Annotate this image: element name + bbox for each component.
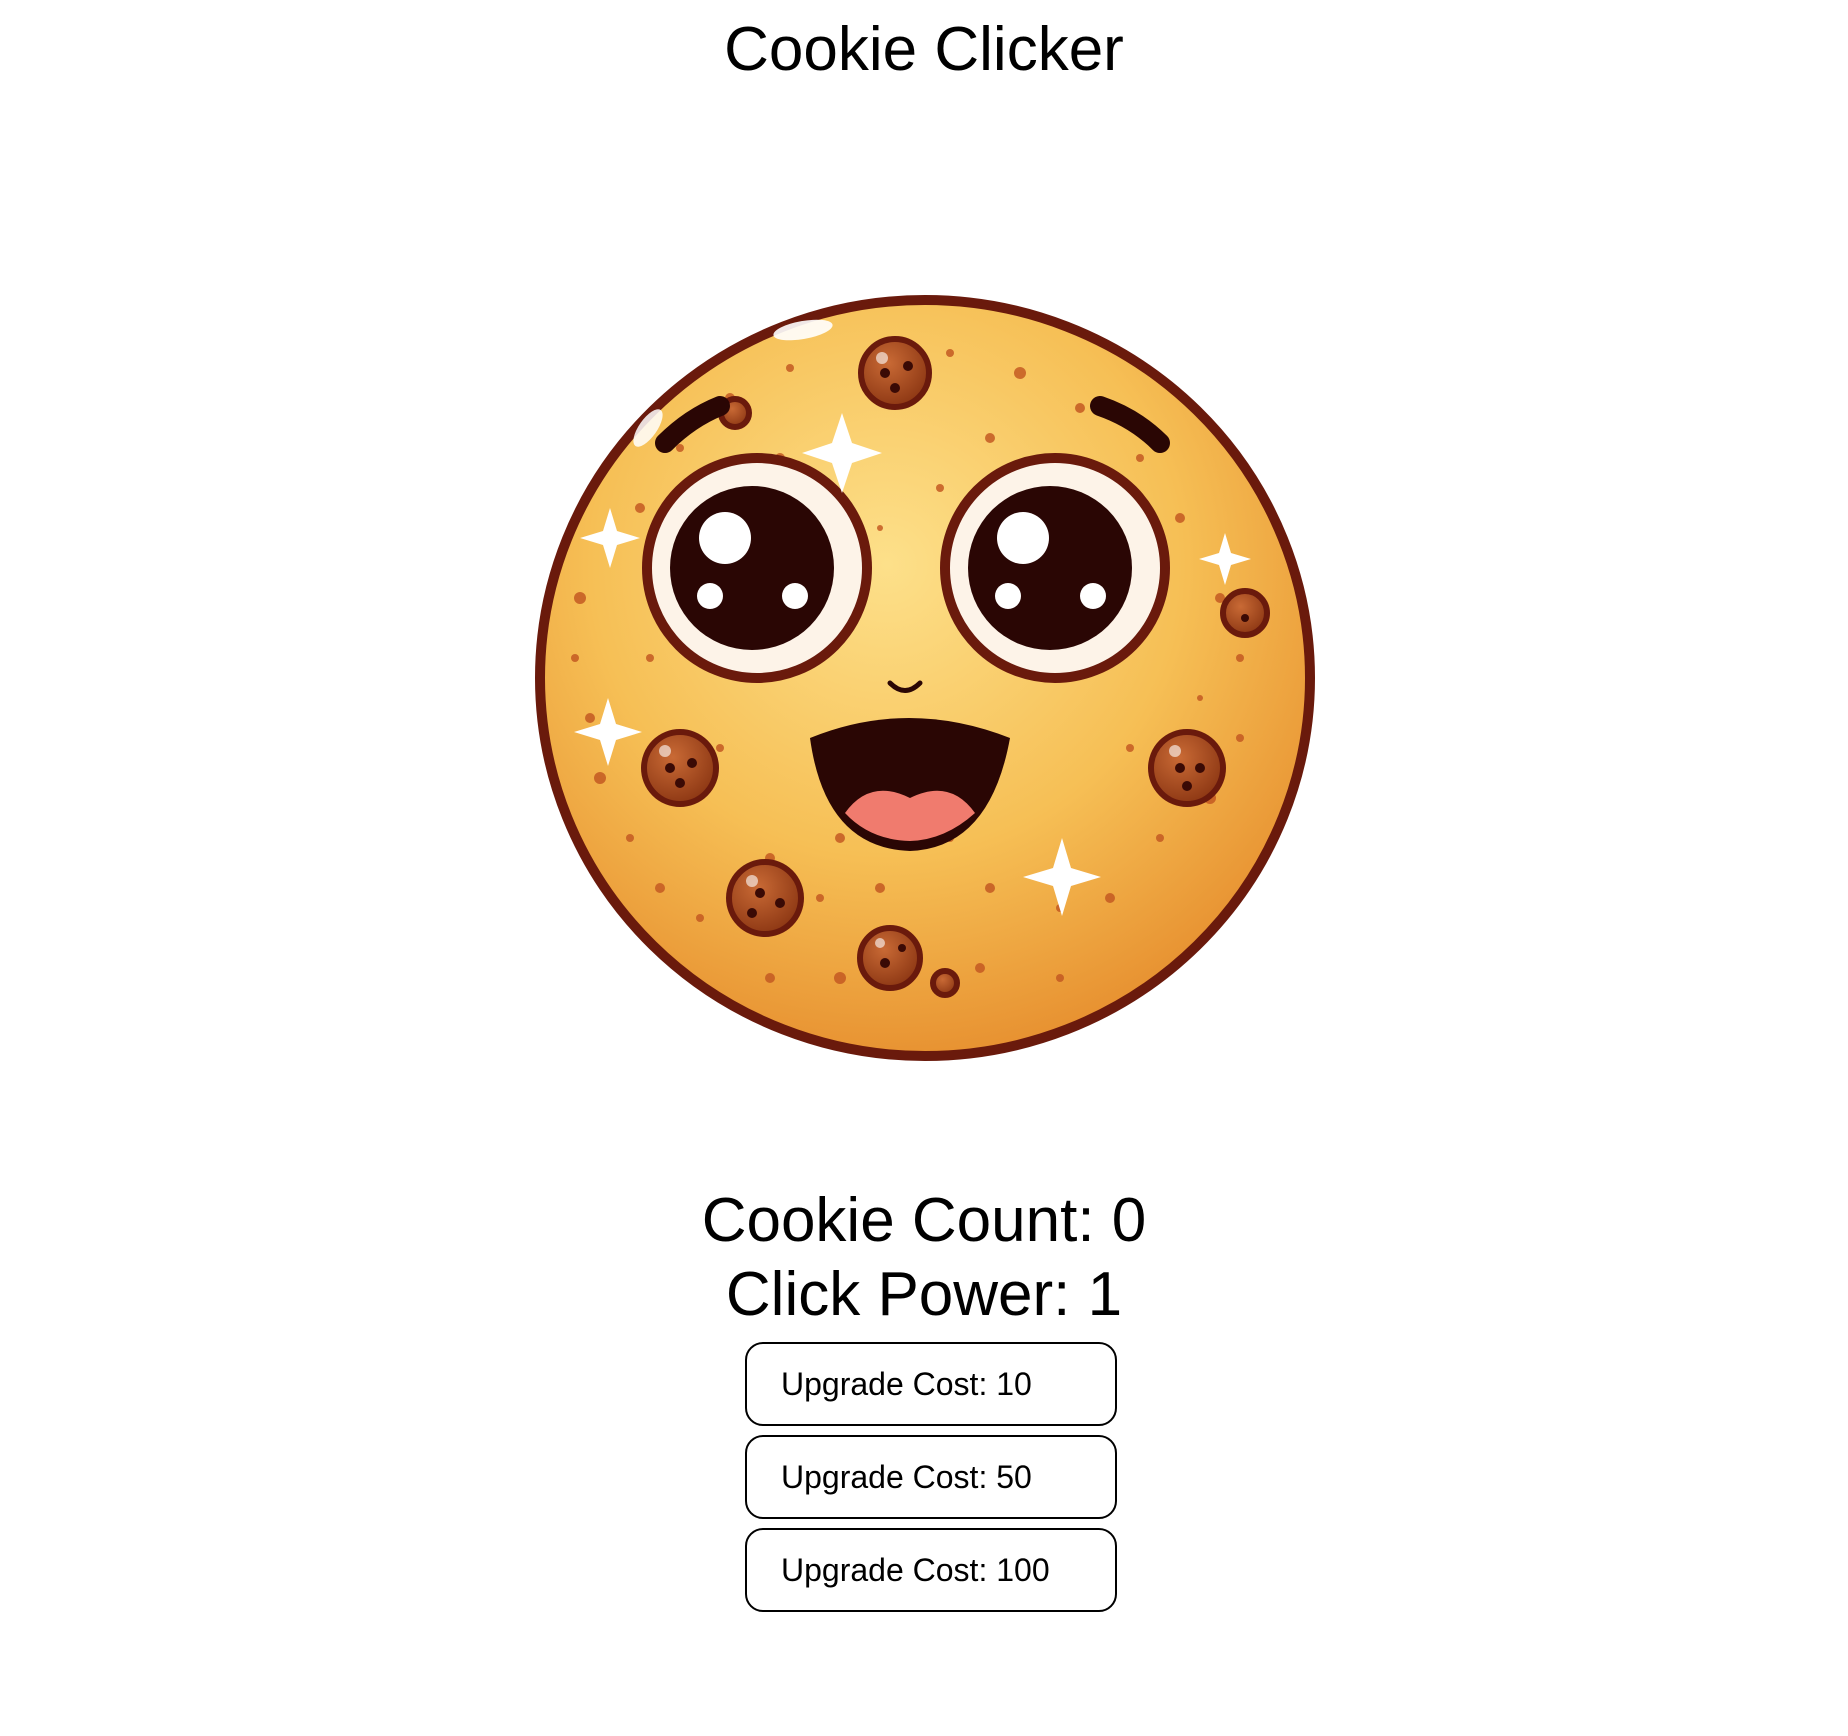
click-power-label: Click Power: 1 xyxy=(725,1260,1123,1329)
upgrade-button-1[interactable]: Upgrade Cost: 10 xyxy=(745,1342,1117,1426)
upgrade-button-2[interactable]: Upgrade Cost: 50 xyxy=(745,1435,1117,1519)
smiling-cookie-icon xyxy=(535,295,1315,1061)
stats-panel: Cookie Count: 0 Click Power: 1 xyxy=(0,1184,1848,1332)
cookie-button[interactable] xyxy=(520,278,1320,1078)
cookie-count-label: Cookie Count: 0 xyxy=(701,1186,1147,1255)
upgrade-list: Upgrade Cost: 10 Upgrade Cost: 50 Upgrad… xyxy=(745,1342,1117,1621)
page-title: Cookie Clicker xyxy=(724,15,1124,84)
upgrade-button-3[interactable]: Upgrade Cost: 100 xyxy=(745,1528,1117,1612)
